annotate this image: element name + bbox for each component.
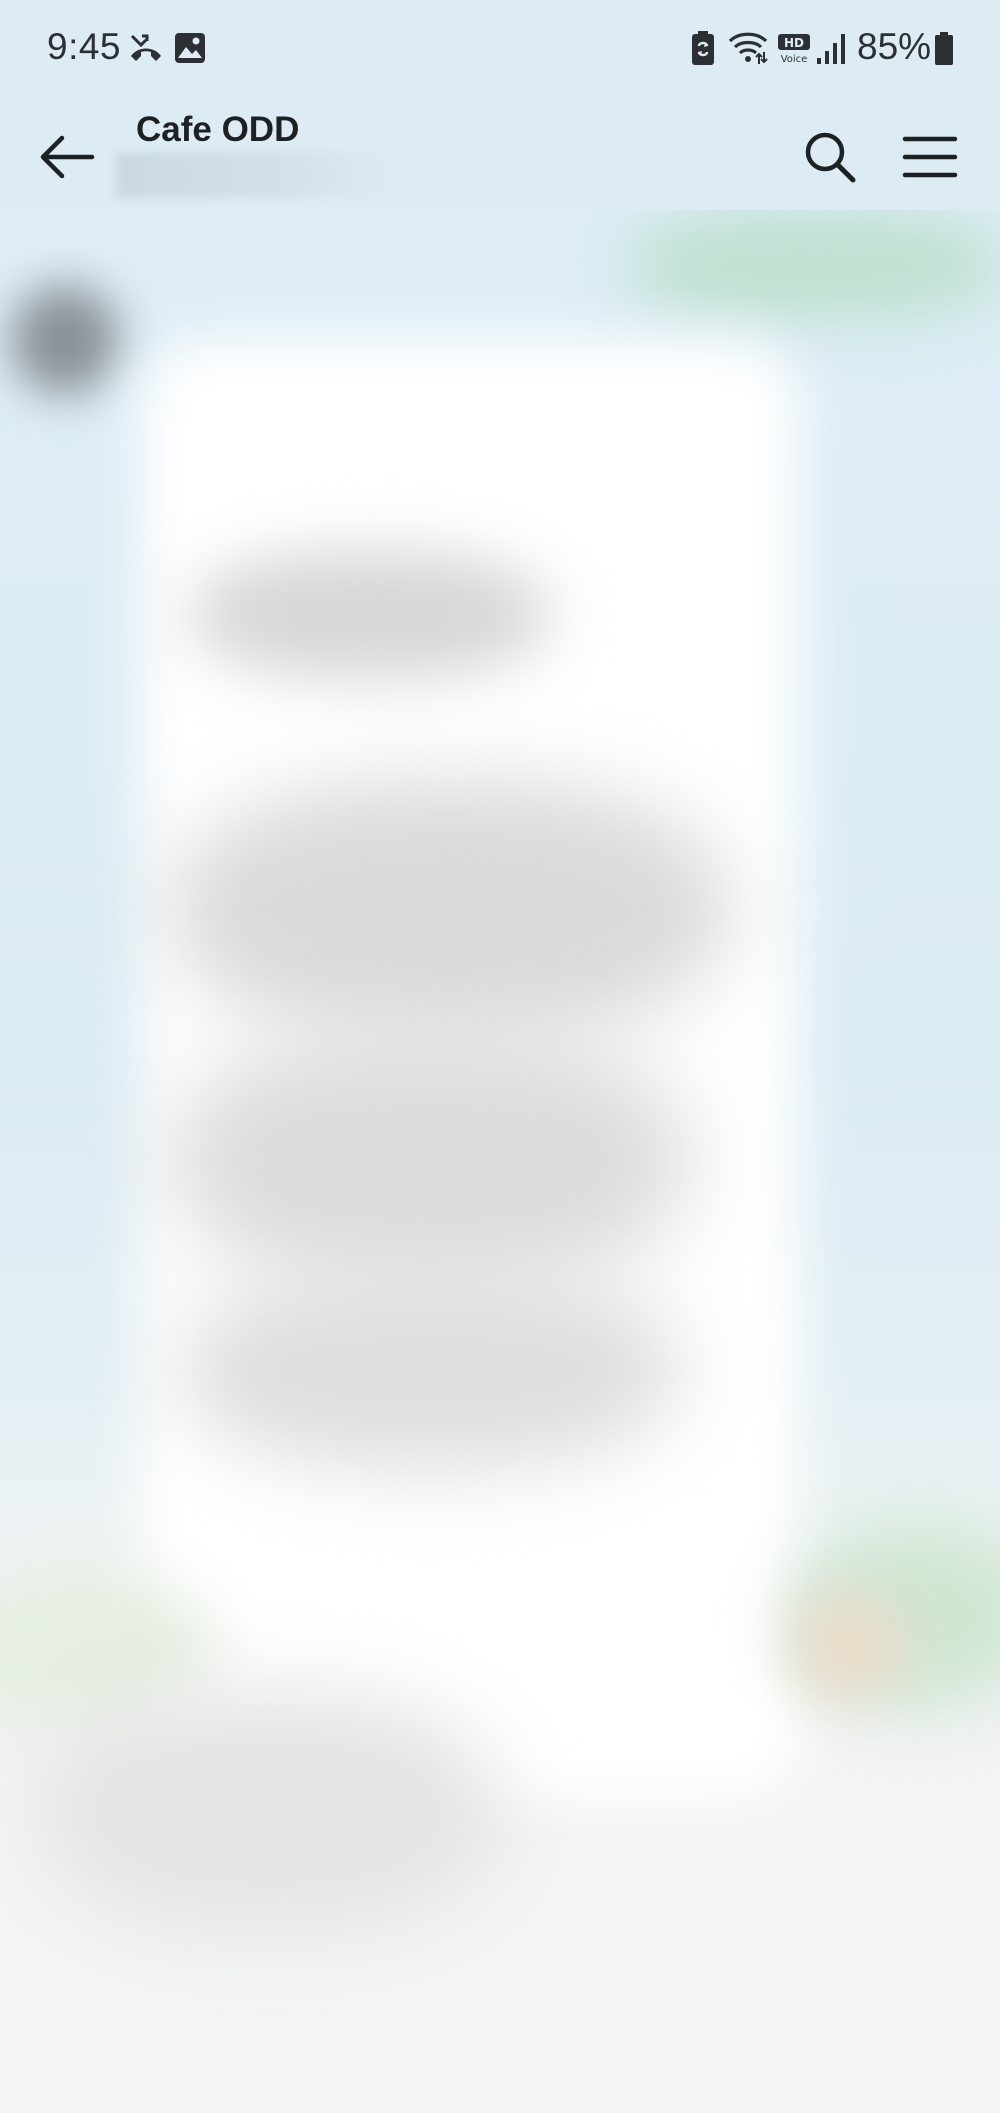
svg-text:HD: HD xyxy=(784,36,804,50)
battery-icon xyxy=(935,32,953,65)
sent-message-bubble-blurred xyxy=(630,210,1000,320)
search-icon[interactable] xyxy=(795,122,865,192)
battery-percentage: 85% xyxy=(857,26,932,67)
status-bar: 9:45 HD Voice 85% xyxy=(0,0,1000,100)
hd-voice-icon: HD Voice xyxy=(778,34,810,65)
status-time: 9:45 xyxy=(47,26,122,67)
message-image-blurred xyxy=(170,780,730,1040)
message-blurred xyxy=(790,1590,910,1700)
signal-icon xyxy=(817,34,845,64)
battery-saver-icon xyxy=(692,31,714,65)
message-image-blurred xyxy=(170,1030,690,1290)
app-bar: Cafe ODD xyxy=(0,100,1000,210)
message-image-blurred xyxy=(180,1270,680,1470)
chat-subtitle-redacted xyxy=(115,152,400,198)
message-blurred xyxy=(40,1690,500,1930)
gallery-icon xyxy=(175,33,205,63)
chat-title: Cafe ODD xyxy=(136,110,300,149)
back-arrow-icon[interactable] xyxy=(32,122,102,192)
avatar[interactable] xyxy=(10,285,120,395)
menu-icon[interactable] xyxy=(895,122,965,192)
missed-call-icon xyxy=(130,34,161,61)
wifi-icon xyxy=(728,32,768,64)
svg-text:Voice: Voice xyxy=(781,54,808,65)
chat-area[interactable] xyxy=(0,210,1000,2113)
message-image-blurred xyxy=(190,550,550,680)
